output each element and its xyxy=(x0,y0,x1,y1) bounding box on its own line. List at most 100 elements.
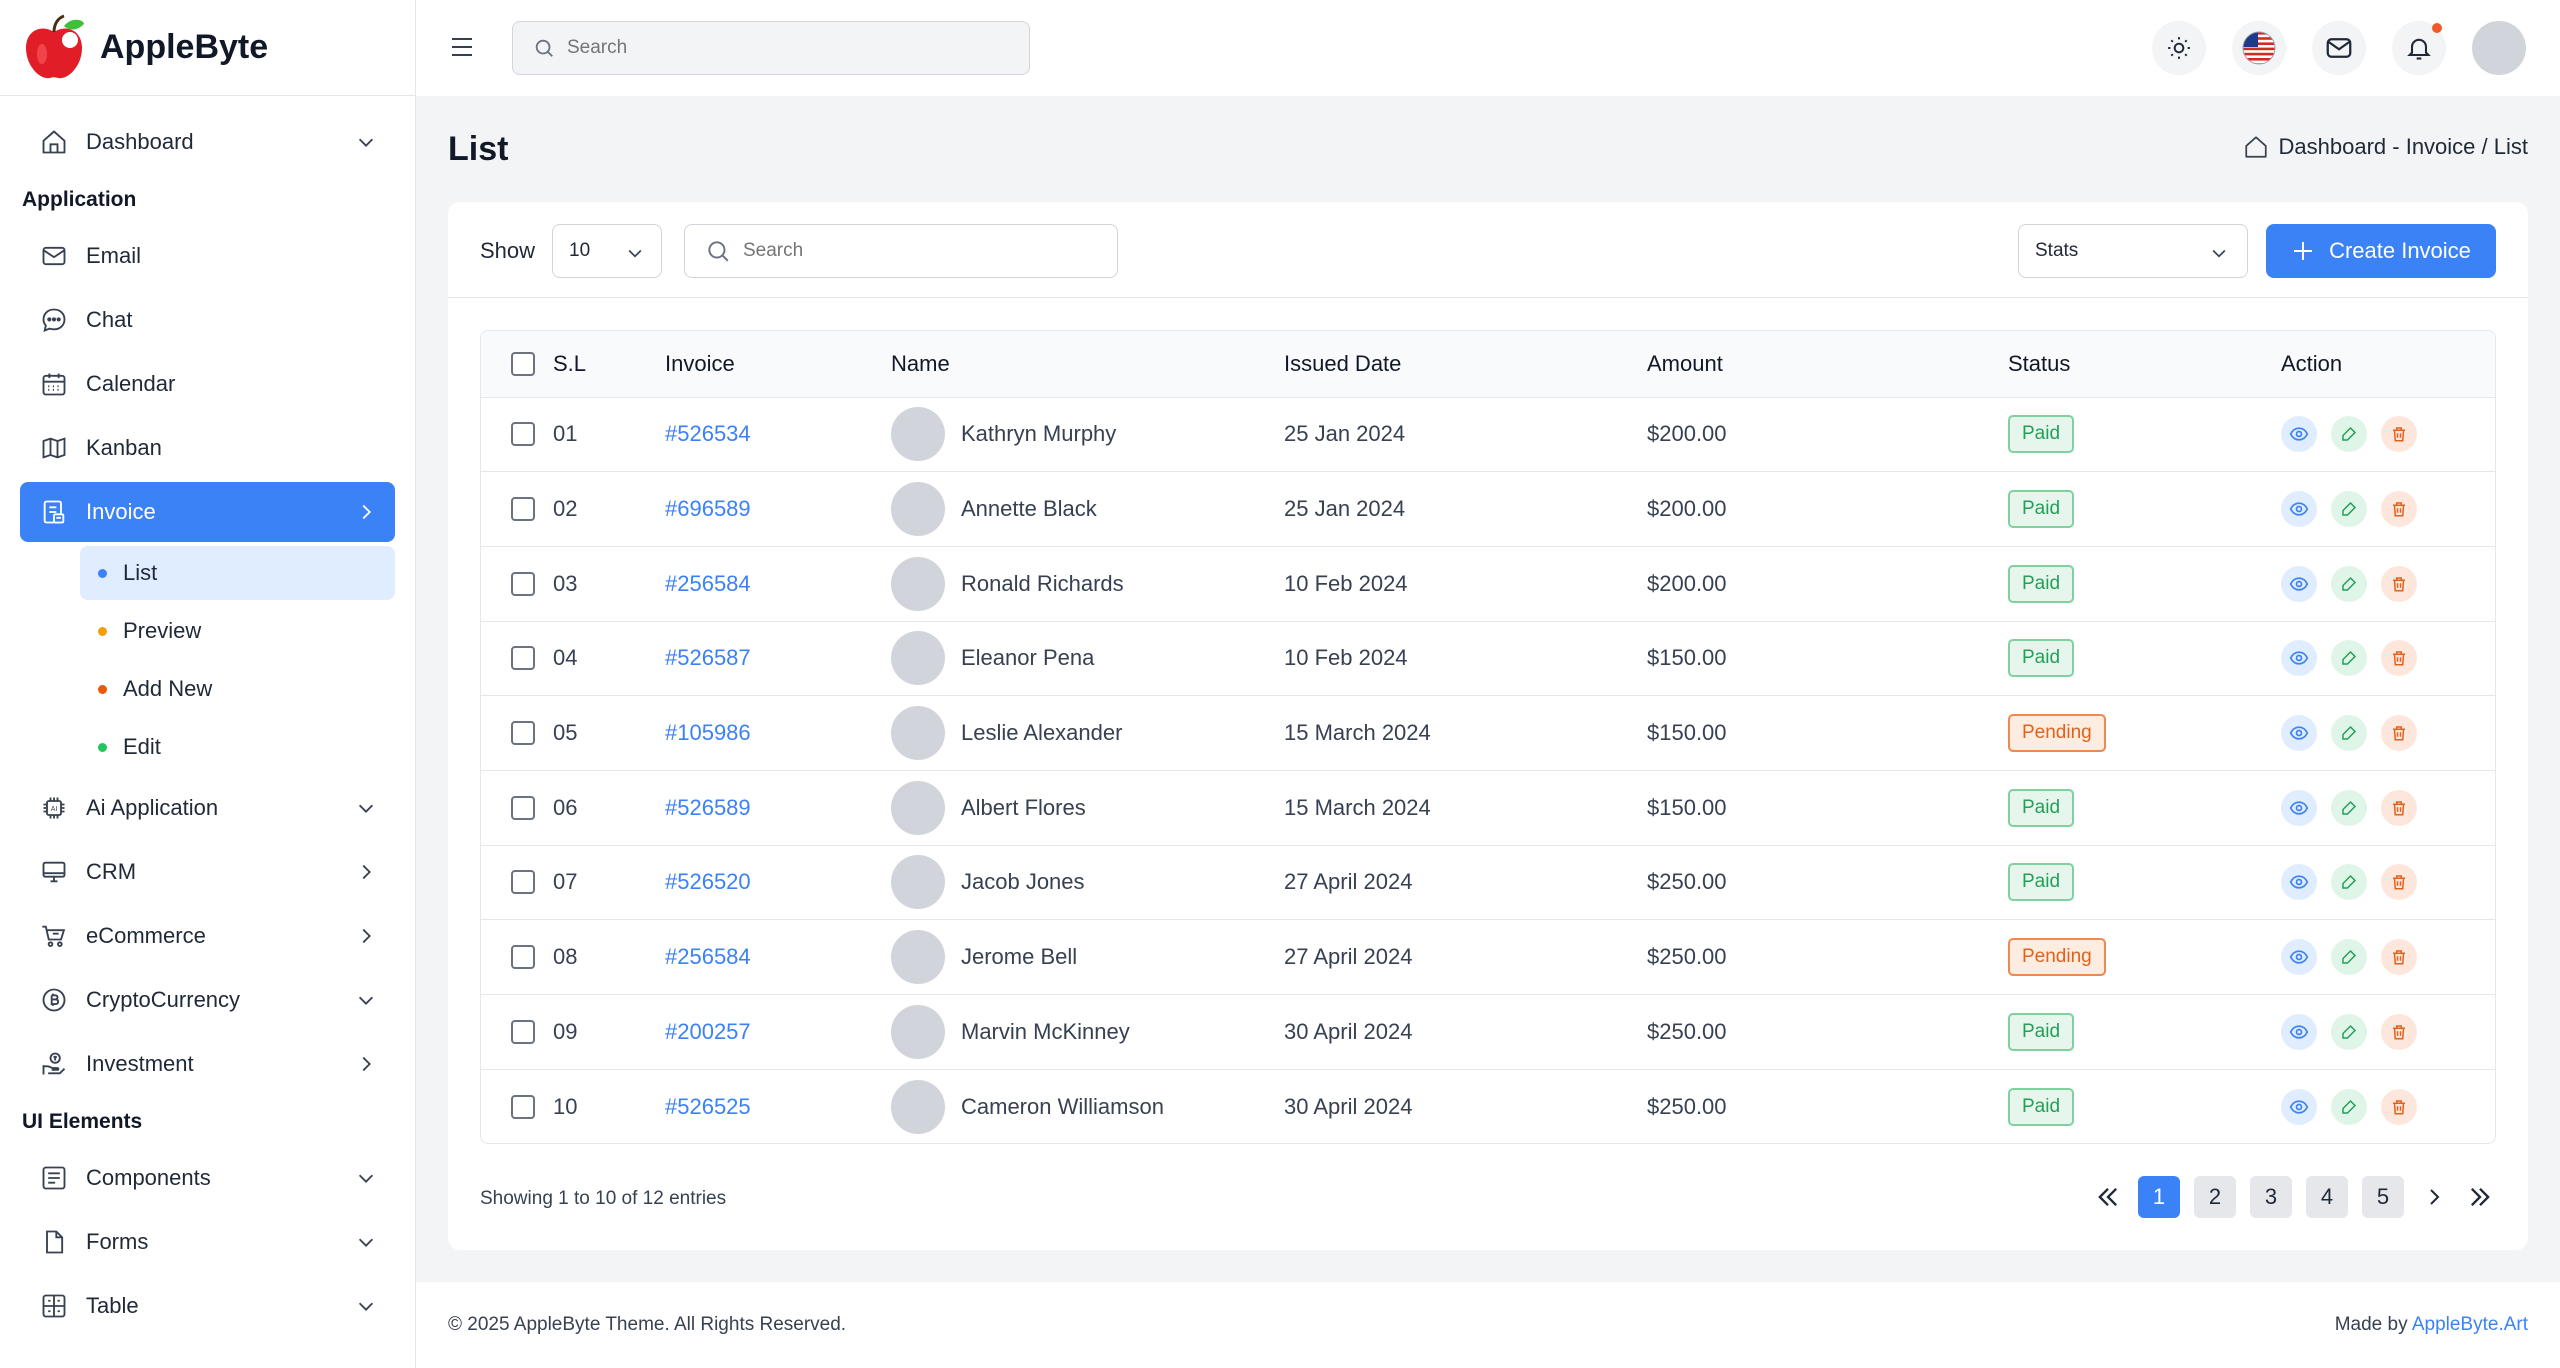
page-button-5[interactable]: 5 xyxy=(2362,1176,2404,1218)
logo[interactable]: AppleByte xyxy=(0,0,415,96)
row-checkbox[interactable] xyxy=(511,422,535,447)
sidebar-item-dashboard[interactable]: Dashboard xyxy=(20,112,395,172)
row-actions xyxy=(2281,715,2495,752)
row-checkbox[interactable] xyxy=(511,795,535,820)
page-button-2[interactable]: 2 xyxy=(2194,1176,2236,1218)
select-all-checkbox[interactable] xyxy=(511,351,535,376)
messages-button[interactable] xyxy=(2312,21,2366,75)
invoice-link[interactable]: #526520 xyxy=(665,869,751,894)
table-search[interactable] xyxy=(684,224,1118,278)
sidebar-item-investment[interactable]: Investment xyxy=(20,1034,395,1094)
theme-toggle-button[interactable] xyxy=(2152,21,2206,75)
submenu-item-list[interactable]: List xyxy=(80,546,395,600)
create-invoice-button[interactable]: Create Invoice xyxy=(2266,224,2496,278)
edit-icon[interactable] xyxy=(2331,416,2367,453)
dot-icon xyxy=(98,742,107,752)
delete-icon[interactable] xyxy=(2381,715,2417,752)
global-search[interactable] xyxy=(512,21,1030,75)
view-icon[interactable] xyxy=(2281,491,2317,528)
delete-icon[interactable] xyxy=(2381,1013,2417,1050)
invoice-link[interactable]: #526525 xyxy=(665,1094,751,1119)
next-page-icon[interactable] xyxy=(2418,1176,2450,1218)
row-checkbox[interactable] xyxy=(511,721,535,746)
sidebar-item-ai-application[interactable]: AI Ai Application xyxy=(20,778,395,838)
view-icon[interactable] xyxy=(2281,565,2317,602)
edit-icon[interactable] xyxy=(2331,864,2367,901)
menu-toggle-icon[interactable] xyxy=(450,34,474,60)
sidebar-item-label: Table xyxy=(86,1293,139,1318)
row-checkbox[interactable] xyxy=(511,870,535,895)
invoice-link[interactable]: #526534 xyxy=(665,421,751,446)
sidebar-item-chat[interactable]: Chat xyxy=(20,290,395,350)
view-icon[interactable] xyxy=(2281,939,2317,976)
invoice-link[interactable]: #105986 xyxy=(665,720,751,745)
table-search-input[interactable] xyxy=(743,240,1103,262)
invoice-link[interactable]: #526587 xyxy=(665,645,751,670)
sidebar-item-table[interactable]: Table xyxy=(20,1276,395,1336)
table-icon xyxy=(38,1290,70,1322)
sidebar-item-kanban[interactable]: Kanban xyxy=(20,418,395,478)
invoice-link[interactable]: #256584 xyxy=(665,944,751,969)
sidebar-item-crm[interactable]: CRM xyxy=(20,842,395,902)
customer-name: Ronald Richards xyxy=(961,570,1124,596)
edit-icon[interactable] xyxy=(2331,789,2367,826)
submenu-item-edit[interactable]: Edit xyxy=(80,720,395,774)
delete-icon[interactable] xyxy=(2381,1088,2417,1125)
sidebar-item-components[interactable]: Components xyxy=(20,1148,395,1208)
row-checkbox[interactable] xyxy=(511,1094,535,1119)
view-icon[interactable] xyxy=(2281,1088,2317,1125)
view-icon[interactable] xyxy=(2281,640,2317,677)
view-icon[interactable] xyxy=(2281,864,2317,901)
row-checkbox[interactable] xyxy=(511,497,535,522)
submenu-item-preview[interactable]: Preview xyxy=(80,604,395,658)
row-checkbox[interactable] xyxy=(511,945,535,970)
user-avatar[interactable] xyxy=(2472,21,2526,75)
view-icon[interactable] xyxy=(2281,789,2317,826)
row-checkbox[interactable] xyxy=(511,1019,535,1044)
table-row: 07 #526520 Jacob Jones 27 April 2024 $250.00… xyxy=(481,845,2495,921)
edit-icon[interactable] xyxy=(2331,1088,2367,1125)
view-icon[interactable] xyxy=(2281,416,2317,453)
edit-icon[interactable] xyxy=(2331,1013,2367,1050)
breadcrumb-text[interactable]: Dashboard - Invoice / List xyxy=(2279,134,2528,160)
first-page-icon[interactable] xyxy=(2092,1176,2124,1218)
invoice-link[interactable]: #200257 xyxy=(665,1019,751,1044)
issued-date: 25 Jan 2024 xyxy=(1284,496,1406,522)
page-button-4[interactable]: 4 xyxy=(2306,1176,2348,1218)
page-button-1[interactable]: 1 xyxy=(2138,1176,2180,1218)
sidebar-item-cryptocurrency[interactable]: CryptoCurrency xyxy=(20,970,395,1030)
delete-icon[interactable] xyxy=(2381,939,2417,976)
invoice-link[interactable]: #256584 xyxy=(665,571,751,596)
page-button-3[interactable]: 3 xyxy=(2250,1176,2292,1218)
delete-icon[interactable] xyxy=(2381,416,2417,453)
edit-icon[interactable] xyxy=(2331,640,2367,677)
sidebar-item-forms[interactable]: Forms xyxy=(20,1212,395,1272)
sidebar-item-ecommerce[interactable]: eCommerce xyxy=(20,906,395,966)
submenu-item-add-new[interactable]: Add New xyxy=(80,662,395,716)
delete-icon[interactable] xyxy=(2381,864,2417,901)
global-search-input[interactable] xyxy=(567,37,1007,59)
edit-icon[interactable] xyxy=(2331,565,2367,602)
view-icon[interactable] xyxy=(2281,1013,2317,1050)
made-by-link[interactable]: AppleByte.Art xyxy=(2412,1314,2528,1335)
delete-icon[interactable] xyxy=(2381,491,2417,528)
edit-icon[interactable] xyxy=(2331,491,2367,528)
delete-icon[interactable] xyxy=(2381,789,2417,826)
row-checkbox[interactable] xyxy=(511,646,535,671)
edit-icon[interactable] xyxy=(2331,715,2367,752)
language-button[interactable] xyxy=(2232,21,2286,75)
delete-icon[interactable] xyxy=(2381,640,2417,677)
invoice-link[interactable]: #526589 xyxy=(665,795,751,820)
stats-select[interactable]: Stats xyxy=(2018,224,2248,278)
sidebar-item-email[interactable]: Email xyxy=(20,226,395,286)
notifications-button[interactable] xyxy=(2392,21,2446,75)
sidebar-item-invoice[interactable]: Invoice xyxy=(20,482,395,542)
page-size-select[interactable]: 10 xyxy=(552,224,662,278)
sidebar-item-calendar[interactable]: Calendar xyxy=(20,354,395,414)
invoice-link[interactable]: #696589 xyxy=(665,496,751,521)
row-checkbox[interactable] xyxy=(511,571,535,596)
view-icon[interactable] xyxy=(2281,715,2317,752)
last-page-icon[interactable] xyxy=(2464,1176,2496,1218)
delete-icon[interactable] xyxy=(2381,565,2417,602)
edit-icon[interactable] xyxy=(2331,939,2367,976)
